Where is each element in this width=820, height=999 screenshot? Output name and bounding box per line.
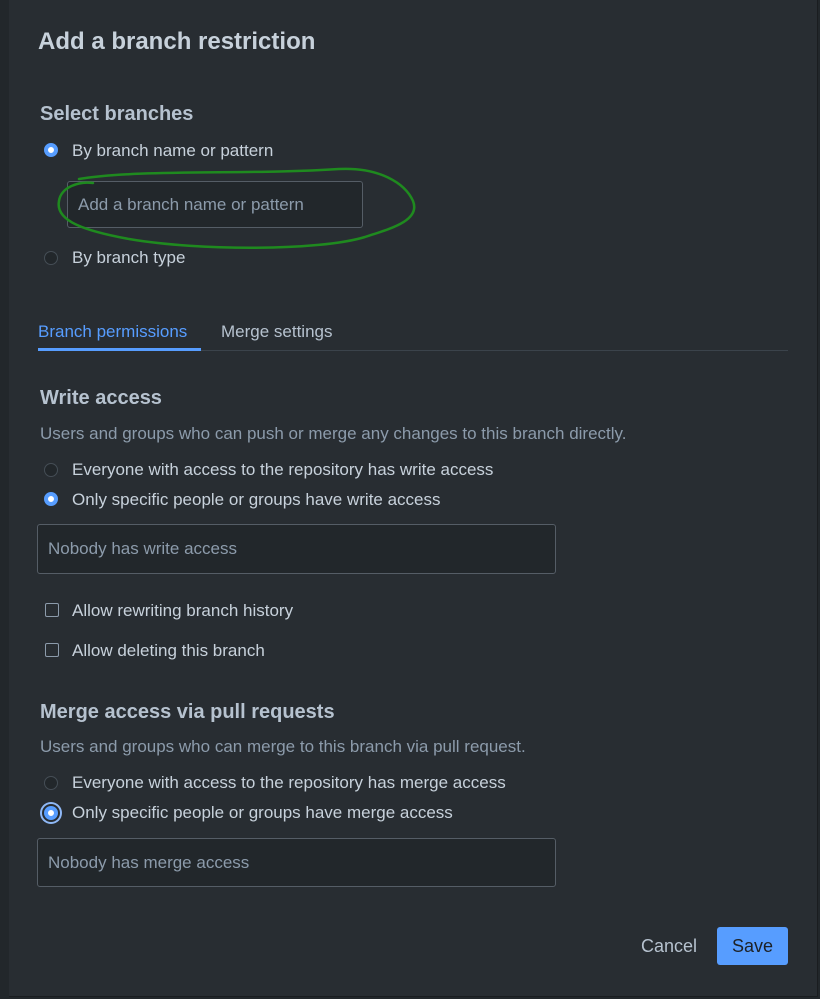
tab-branch-permissions[interactable]: Branch permissions: [38, 322, 187, 342]
branch-restriction-dialog: Add a branch restriction Select branches…: [9, 0, 818, 997]
radio-write-everyone-label[interactable]: Everyone with access to the repository h…: [72, 460, 493, 480]
radio-write-specific[interactable]: [44, 492, 58, 506]
save-button[interactable]: Save: [717, 927, 788, 965]
radio-merge-specific-label[interactable]: Only specific people or groups have merg…: [72, 803, 453, 823]
write-access-heading: Write access: [40, 387, 162, 409]
merge-access-heading: Merge access via pull requests: [40, 701, 335, 723]
active-tab-indicator: [38, 348, 201, 351]
radio-branch-type-label[interactable]: By branch type: [72, 248, 185, 268]
radio-branch-name[interactable]: [44, 143, 58, 157]
write-access-users-input[interactable]: [37, 524, 556, 574]
radio-write-everyone[interactable]: [44, 463, 58, 477]
tab-merge-settings[interactable]: Merge settings: [221, 322, 333, 342]
select-branches-heading: Select branches: [40, 103, 194, 125]
radio-write-specific-label[interactable]: Only specific people or groups have writ…: [72, 490, 441, 510]
radio-branch-type[interactable]: [44, 251, 58, 265]
branch-pattern-input[interactable]: [67, 181, 363, 228]
cancel-button[interactable]: Cancel: [629, 927, 709, 965]
radio-merge-specific[interactable]: [44, 806, 58, 820]
checkbox-allow-delete[interactable]: [45, 643, 59, 657]
radio-merge-everyone-label[interactable]: Everyone with access to the repository h…: [72, 773, 506, 793]
merge-access-description: Users and groups who can merge to this b…: [40, 737, 526, 756]
checkbox-allow-rewrite-label[interactable]: Allow rewriting branch history: [72, 601, 293, 621]
checkbox-allow-delete-label[interactable]: Allow deleting this branch: [72, 641, 265, 661]
checkbox-allow-rewrite[interactable]: [45, 603, 59, 617]
merge-access-users-input[interactable]: [37, 838, 556, 887]
dialog-title: Add a branch restriction: [38, 28, 316, 55]
radio-merge-everyone[interactable]: [44, 776, 58, 790]
write-access-description: Users and groups who can push or merge a…: [40, 424, 627, 443]
radio-branch-name-label[interactable]: By branch name or pattern: [72, 141, 273, 161]
